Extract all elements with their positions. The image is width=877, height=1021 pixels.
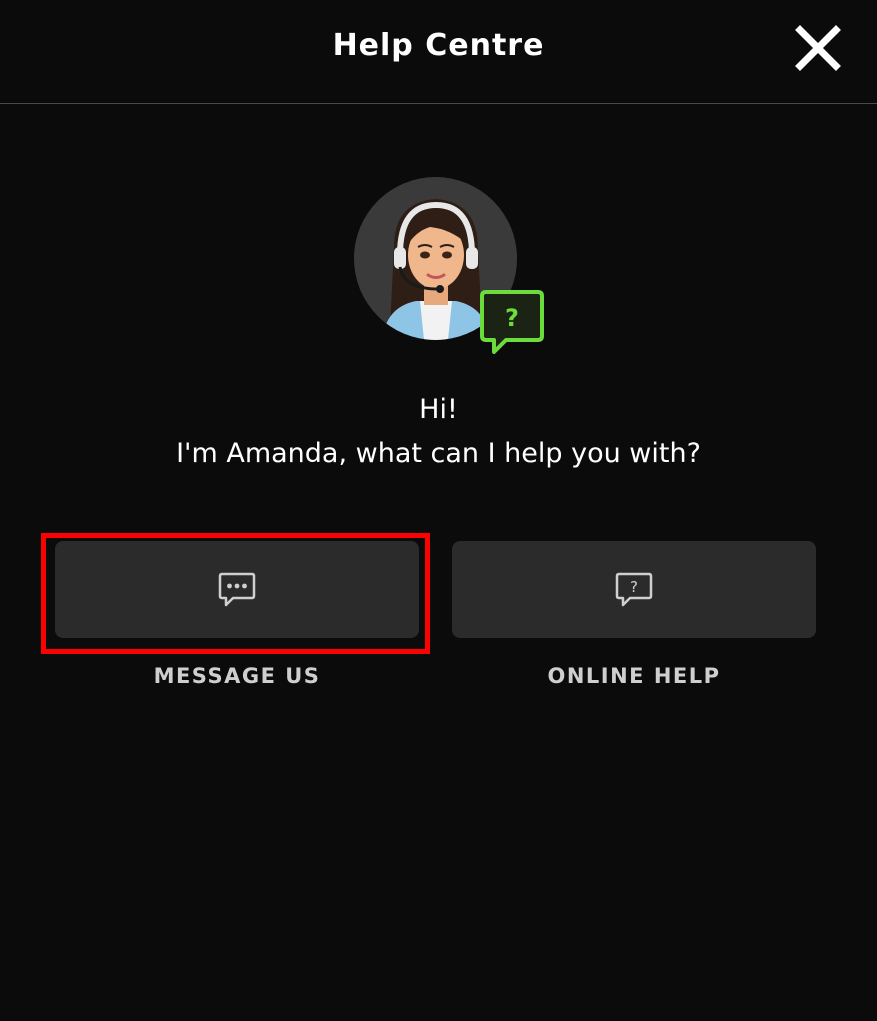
greeting-line-2: I'm Amanda, what can I help you with?	[176, 438, 701, 469]
message-us-button[interactable]	[55, 541, 419, 638]
close-button[interactable]	[792, 22, 844, 74]
question-bubble-icon: ?	[615, 572, 653, 606]
header-bar: Help Centre	[0, 0, 877, 104]
svg-text:?: ?	[630, 578, 638, 596]
greeting-line-1: Hi!	[419, 394, 458, 425]
svg-text:?: ?	[505, 304, 519, 332]
help-chat-bubble-icon: ?	[480, 288, 546, 358]
message-dots-icon	[218, 572, 256, 606]
message-us-label[interactable]: MESSAGE US	[55, 664, 419, 688]
online-help-button[interactable]: ?	[452, 541, 816, 638]
close-icon	[795, 25, 841, 71]
agent-avatar-group: ?	[354, 177, 550, 357]
page-title: Help Centre	[332, 28, 545, 63]
online-help-label[interactable]: ONLINE HELP	[452, 664, 816, 688]
greeting-text: Hi! I'm Amanda, what can I help you with…	[0, 388, 877, 476]
